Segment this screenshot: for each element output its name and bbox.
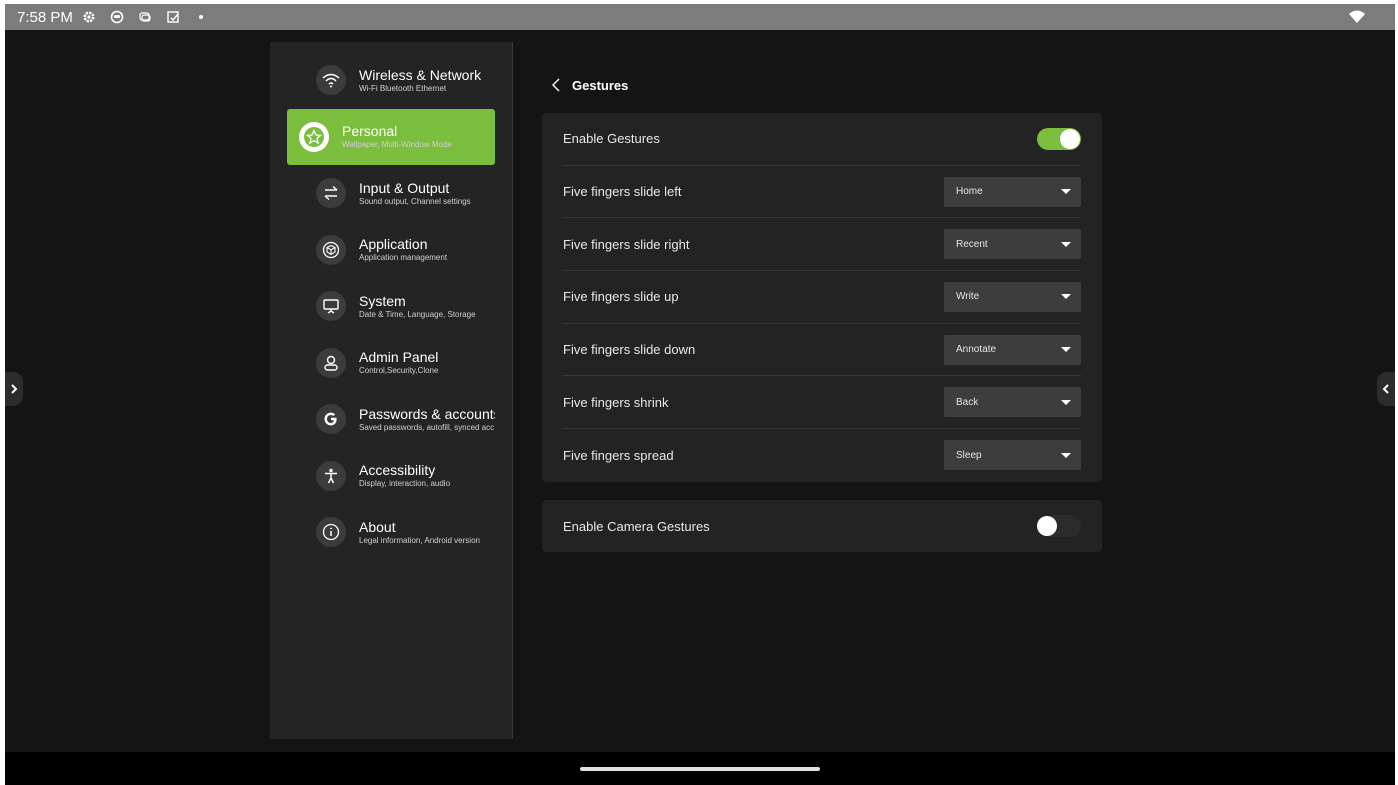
expand-left-handle[interactable] [5,372,23,406]
sidebar-item-title: Wireless & Network [359,66,482,83]
gesture-action-dropdown[interactable]: Annotate [944,334,1081,365]
dropdown-value: Back [956,396,979,408]
person-icon [316,347,346,378]
dropdown-value: Sleep [956,449,982,461]
gesture-action-dropdown[interactable]: Home [944,176,1081,207]
presentation-icon [316,291,346,322]
sidebar-item-subtitle: Wi-Fi Bluetooth Ethernet [359,83,447,93]
sidebar-item-title: Input & Output [359,179,450,196]
enable-gestures-row: Enable Gestures [563,113,1081,166]
sidebar-item-input-output[interactable]: Input & Output Sound output, Channel set… [287,165,495,222]
note-icon [165,9,181,25]
enable-gestures-label: Enable Gestures [563,131,660,147]
gesture-label: Five fingers slide right [563,236,690,252]
gesture-row-slide-up: Five fingers slide up Write [563,271,1081,324]
sidebar-item-subtitle: Saved passwords, autofill, synced acc [359,422,495,432]
chevron-left-icon [1382,384,1389,394]
sidebar-item-subtitle: Sound output, Channel settings [359,196,471,206]
gesture-label: Five fingers slide up [563,289,679,305]
enable-gestures-toggle[interactable] [1037,127,1081,150]
enable-camera-gestures-row: Enable Camera Gestures [563,500,1081,552]
gesture-action-dropdown[interactable]: Write [944,281,1081,312]
dropdown-value: Recent [956,238,988,250]
sidebar-item-title: Accessibility [359,462,436,479]
enable-camera-gestures-toggle[interactable] [1037,515,1081,537]
sidebar-item-subtitle: Date & Time, Language, Storage [359,309,476,319]
sidebar-item-subtitle: Wallpaper, Multi-Window Mode [342,140,452,150]
expand-right-handle[interactable] [1377,372,1395,406]
sidebar-item-subtitle: Legal information, Android version [359,535,480,545]
camera-gestures-card: Enable Camera Gestures [542,500,1102,552]
gesture-row-shrink: Five fingers shrink Back [563,376,1081,430]
status-time: 7:58 PM [17,8,73,26]
dropdown-value: Write [956,291,980,303]
sidebar-item-title: System [359,292,406,309]
sidebar-item-title: Admin Panel [359,349,439,366]
sidebar-item-title: Passwords & accounts [359,405,495,422]
gesture-label: Five fingers spread [563,447,674,463]
gesture-row-slide-down: Five fingers slide down Annotate [563,324,1081,377]
chevron-right-icon [11,384,18,394]
gesture-action-dropdown[interactable]: Recent [944,229,1081,260]
star-icon [299,121,329,152]
sidebar-item-subtitle: Control,Security,Clone [359,366,439,376]
toggle-knob [1037,516,1057,536]
sidebar-item-wireless-network[interactable]: Wireless & Network Wi-Fi Bluetooth Ether… [287,52,495,109]
google-icon [316,404,346,435]
sidebar-item-subtitle: Display, interaction, audio [359,479,451,489]
gesture-label: Five fingers shrink [563,394,669,410]
sidebar-item-accessibility[interactable]: Accessibility Display, interaction, audi… [287,448,495,505]
sidebar-item-application[interactable]: Application Application management [287,222,495,279]
gesture-row-slide-right: Five fingers slide right Recent [563,218,1081,272]
gestures-card: Enable Gestures Five fingers slide left … [542,113,1102,482]
sidebar-item-passwords-accounts[interactable]: Passwords & accounts Saved passwords, au… [287,391,495,448]
sidebar-item-subtitle: Application management [359,253,448,263]
info-icon [316,517,346,548]
screen: 7:58 PM Wireless & Network Wi-Fi Bluetoo… [5,4,1395,785]
caret-down-icon [1061,294,1071,300]
wifi-icon [1349,10,1365,24]
gear-icon [81,9,97,25]
gesture-row-slide-left: Five fingers slide left Home [563,166,1081,219]
sidebar-item-title: Application [359,236,428,253]
caret-down-icon [1061,399,1071,405]
page-title: Gestures [572,77,629,93]
caret-down-icon [1061,347,1071,353]
sidebar-item-title: About [359,518,396,535]
sidebar-item-about[interactable]: About Legal information, Android version [287,504,495,561]
gesture-label: Five fingers slide down [563,342,696,358]
message-icon [137,9,153,25]
accessibility-icon [316,460,346,491]
navigation-bar [5,752,1395,785]
assistant-icon [109,9,125,25]
dropdown-value: Home [956,186,983,198]
sidebar-item-admin-panel[interactable]: Admin Panel Control,Security,Clone [287,335,495,392]
caret-down-icon [1061,452,1071,458]
sidebar-item-title: Personal [342,123,398,140]
home-gesture-handle[interactable] [580,767,820,771]
page-header: Gestures [548,76,628,94]
status-bar: 7:58 PM [5,4,1395,30]
enable-camera-gestures-label: Enable Camera Gestures [563,518,710,534]
sidebar-item-system[interactable]: System Date & Time, Language, Storage [287,278,495,335]
swap-icon [316,178,346,209]
sidebar-item-personal[interactable]: Personal Wallpaper, Multi-Window Mode [287,108,495,165]
gesture-action-dropdown[interactable]: Sleep [944,440,1081,471]
gesture-label: Five fingers slide left [563,184,682,200]
gesture-row-spread: Five fingers spread Sleep [563,429,1081,482]
gesture-action-dropdown[interactable]: Back [944,387,1081,418]
back-icon[interactable] [548,76,566,94]
toggle-knob [1060,128,1080,149]
settings-sidebar: Wireless & Network Wi-Fi Bluetooth Ether… [270,42,513,739]
cube-icon [316,234,346,265]
caret-down-icon [1061,241,1071,247]
caret-down-icon [1061,189,1071,195]
dropdown-value: Annotate [956,344,997,356]
dot-icon [193,9,209,25]
wifi-icon [316,65,346,96]
